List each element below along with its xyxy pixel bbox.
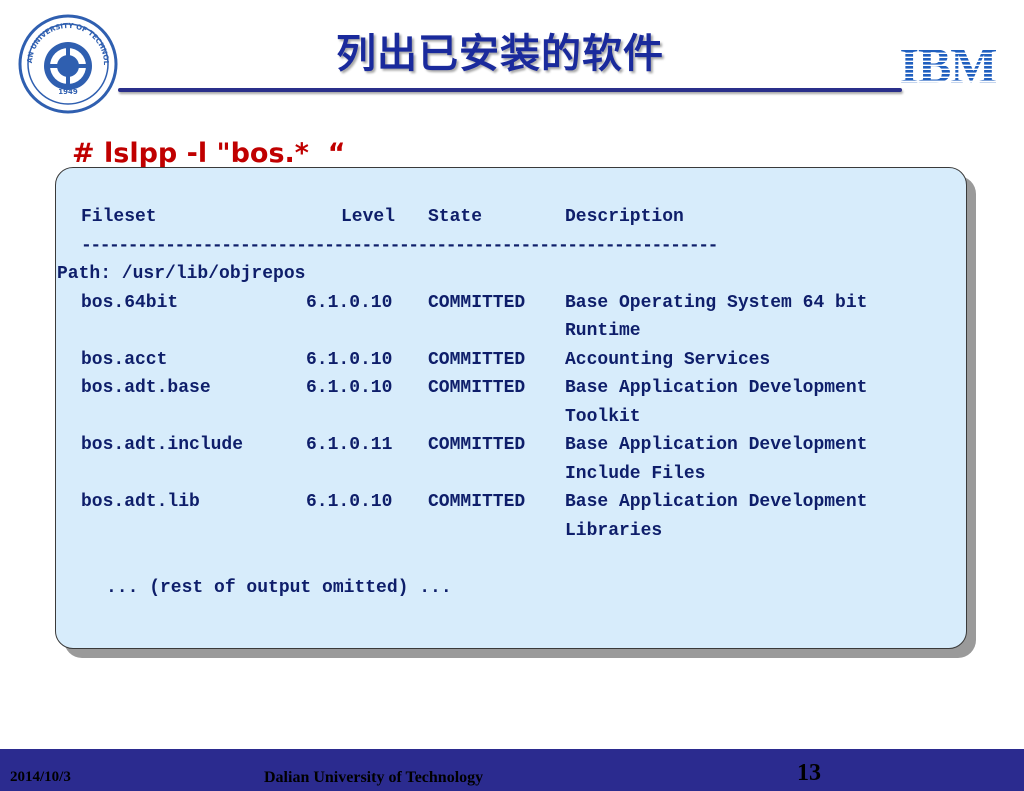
row-description-cont: Libraries [565,521,663,541]
page-title: 列出已安装的软件 [336,31,664,77]
row-state: COMMITTED [428,378,526,398]
row-fileset: bos.acct [81,350,168,370]
university-logo: DALIAN UNIVERSITY OF TECHNOLOGY 1949 [18,14,118,114]
row-level: 6.1.0.10 [306,492,393,512]
row-fileset: bos.adt.base [81,378,211,398]
separator-line: ----------------------------------------… [81,236,718,256]
row-fileset: bos.adt.lib [81,492,200,512]
row-level: 6.1.0.10 [306,293,393,313]
row-fileset: bos.64bit [81,293,179,313]
row-description: Base Application Development [565,492,868,512]
row-description: Base Application Development [565,378,868,398]
row-level: 6.1.0.11 [306,435,393,455]
row-fileset: bos.adt.include [81,435,244,455]
row-description: Accounting Services [565,350,771,370]
row-state: COMMITTED [428,350,526,370]
footer-date: 2014/10/3 [10,769,71,785]
row-description: Base Application Development [565,435,868,455]
terminal-output: Fileset Level State Description --------… [55,167,967,649]
row-description-cont: Toolkit [565,407,641,427]
footer-bar [0,749,1024,791]
row-state: COMMITTED [428,492,526,512]
omitted-note: ... (rest of output omitted) ... [106,578,452,598]
row-level: 6.1.0.10 [306,378,393,398]
row-description: Base Operating System 64 bit [565,293,868,313]
row-state: COMMITTED [428,435,526,455]
ibm-logo: IBM [900,38,998,88]
slide: DALIAN UNIVERSITY OF TECHNOLOGY 1949 列出已… [0,0,1024,791]
header-fileset: Fileset [81,207,157,227]
title-underline [118,88,902,92]
page-number: 13 [797,760,821,786]
path-line: Path: /usr/lib/objrepos [57,264,306,284]
footer-organization: Dalian University of Technology [264,769,484,786]
header-description: Description [565,207,684,227]
logo-year: 1949 [58,88,78,96]
row-description-cont: Runtime [565,321,641,341]
row-description-cont: Include Files [565,464,706,484]
row-state: COMMITTED [428,293,526,313]
ibm-logo-text: IBM [900,38,997,88]
header-level: Level [341,207,396,227]
row-level: 6.1.0.10 [306,350,393,370]
header-state: State [428,207,483,227]
